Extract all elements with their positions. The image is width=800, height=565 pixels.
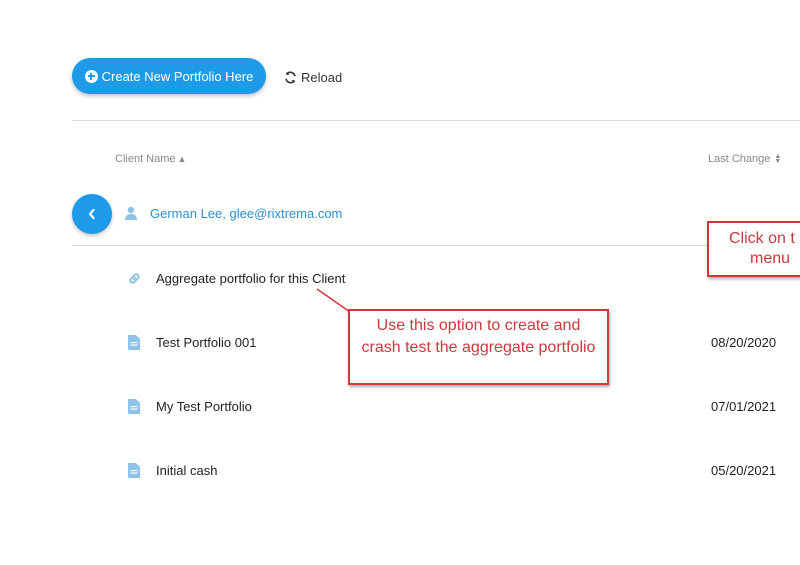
column-header-client-name[interactable]: Client Name ▲: [115, 153, 186, 165]
annotation-callout-menu-line2: menu: [750, 250, 791, 267]
chevron-left-icon: [88, 208, 95, 220]
portfolio-row[interactable]: Initial cash 05/20/2021: [124, 458, 800, 482]
document-icon: [124, 398, 144, 414]
reload-label: Reload: [301, 69, 343, 85]
annotation-callout-menu-line1: Click on t: [729, 230, 795, 247]
back-button[interactable]: [72, 194, 112, 234]
portfolio-row-aggregate[interactable]: Aggregate portfolio for this Client: [124, 266, 800, 290]
create-new-portfolio-label: Create New Portfolio Here: [101, 68, 254, 84]
user-icon: [124, 206, 138, 220]
portfolio-name: My Test Portfolio: [156, 398, 252, 414]
portfolio-name: Aggregate portfolio for this Client: [156, 270, 346, 286]
client-row: German Lee, glee@rixtrema.com: [124, 203, 342, 223]
portfolio-name: Test Portfolio 001: [156, 334, 257, 350]
toolbar-divider: [72, 120, 800, 121]
portfolio-last-change: 07/01/2021: [711, 398, 777, 414]
document-icon: [124, 334, 144, 350]
column-header-last-change[interactable]: Last Change ▲ ▼: [708, 153, 781, 165]
annotation-callout-menu: Click on t menu: [707, 221, 800, 277]
refresh-icon: [284, 71, 297, 84]
plus-circle-icon: [84, 69, 98, 83]
document-icon: [124, 462, 144, 478]
client-divider: [72, 245, 800, 246]
portfolio-row[interactable]: My Test Portfolio 07/01/2021: [124, 394, 800, 418]
portfolio-last-change: 08/20/2020: [711, 334, 777, 350]
reload-button[interactable]: Reload: [284, 68, 342, 86]
portfolio-last-change: 05/20/2021: [711, 462, 777, 478]
create-new-portfolio-button[interactable]: Create New Portfolio Here: [72, 58, 266, 94]
sort-icon: ▲ ▼: [774, 153, 782, 165]
portfolio-name: Initial cash: [156, 462, 218, 478]
sort-ascending-icon: ▲: [177, 154, 187, 164]
annotation-callout-aggregate: Use this option to create and crash test…: [348, 309, 609, 385]
client-name-link[interactable]: German Lee, glee@rixtrema.com: [150, 206, 342, 221]
link-icon: [124, 271, 144, 286]
